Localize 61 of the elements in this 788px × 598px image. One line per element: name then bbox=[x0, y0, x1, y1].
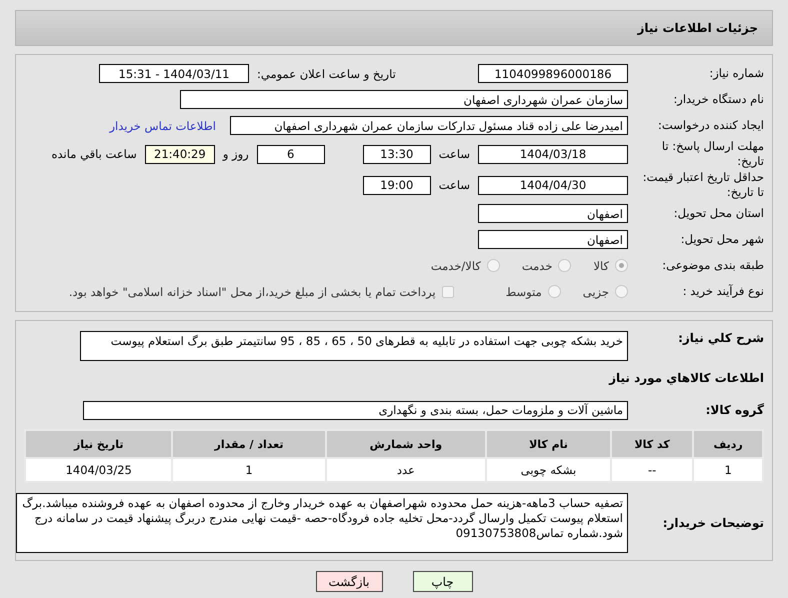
remaining-time-field[interactable]: 21:40:29 bbox=[144, 144, 215, 164]
need-number-field[interactable]: 1104099896000186 bbox=[478, 64, 628, 83]
radio-button[interactable] bbox=[548, 285, 561, 298]
field-label: شماره نیاز: bbox=[708, 66, 765, 81]
goods-group-field[interactable]: ماشین آلات و ملزومات حمل، بسته بندی و نگهداری bbox=[83, 401, 628, 420]
announce-date-field[interactable]: 1404/03/11 - 15:31 bbox=[99, 64, 249, 83]
print-button[interactable]: چاپ bbox=[412, 571, 472, 592]
column-header: واحد شمارش bbox=[326, 430, 486, 458]
field-label: حداقل تاریخ اعتبار قیمت: تا تاریخ: bbox=[642, 170, 765, 200]
time-label: ساعت bbox=[438, 178, 470, 192]
field-label: طبقه بندی موضوعی: bbox=[661, 258, 765, 273]
column-header: تاریخ نیاز bbox=[25, 430, 172, 458]
page-header: جزئیات اطلاعات نیاز bbox=[15, 10, 773, 46]
deadline-time-field[interactable]: 13:30 bbox=[362, 144, 431, 164]
creator-field[interactable]: امیدرضا علی زاده قناد مسئول تدارکات سازمان عمران شهرداری اصفهان bbox=[230, 116, 628, 135]
checkbox-label: پرداخت تمام یا بخشی از مبلغ خرید،از محل "اسناد خزانه اسلامی" خواهد بود. bbox=[68, 284, 436, 298]
days-field[interactable]: 6 bbox=[256, 144, 325, 164]
field-label: شهر محل تحویل: bbox=[680, 232, 765, 247]
table-cell: بشکه چوبی bbox=[486, 458, 611, 482]
field-label: مهلت ارسال پاسخ: تا تاریخ: bbox=[660, 139, 765, 169]
radio-button[interactable] bbox=[615, 259, 628, 272]
radio-label: جزیی bbox=[582, 284, 609, 298]
city-field[interactable]: اصفهان bbox=[478, 230, 628, 249]
buyer-notes-field[interactable]: تصفیه حساب 3ماهه-هزینه حمل محدوده شهراصفهان به عهده خریدار وخارج از محدوده اصفهان به عهده فروشنده میباشد.برگ استعلام پیوست تکمیل وارسال گردد-محل تخلیه جاده فرودگاه-حصه -قیمت نهایی مندرج دربرگ پیشنهاد قیمت در سامانه درج شود.شماره تماس09130753808 bbox=[16, 493, 628, 553]
field-label: شرح کلي نیاز: bbox=[677, 331, 765, 346]
field-label: استان محل تحویل: bbox=[672, 206, 765, 221]
description-field[interactable]: خرید بشکه چوبی جهت استفاده در تابلیه به قطرهای 50 ، 65 ، 85 ، 95 سانتیمتر طبق برگ استعلام پیوست bbox=[80, 331, 628, 361]
column-header: تعداد / مقدار bbox=[172, 430, 326, 458]
radio-label: خدمت bbox=[522, 258, 552, 272]
field-label: توضیحات خریدار: bbox=[662, 516, 765, 530]
column-header: نام کالا bbox=[486, 430, 611, 458]
buyer-contact-link[interactable]: اطلاعات تماس خریدار bbox=[109, 118, 216, 132]
field-label: ایجاد کننده درخواست: bbox=[657, 118, 765, 133]
buyer-org-field[interactable]: سازمان عمران شهرداری اصفهان bbox=[180, 90, 628, 109]
time-label: ساعت bbox=[438, 147, 470, 161]
remaining-label: ساعت باقي مانده bbox=[52, 147, 137, 161]
radio-label: کالا/خدمت bbox=[430, 258, 481, 272]
field-label: نام دستگاه خریدار: bbox=[672, 92, 765, 107]
validity-time-field[interactable]: 19:00 bbox=[362, 176, 431, 194]
table-cell: عدد bbox=[326, 458, 486, 482]
deadline-date-field[interactable]: 1404/03/18 bbox=[478, 144, 628, 164]
section-heading: اطلاعات کالاهاي مورد نیاز bbox=[609, 370, 765, 386]
days-label: روز و bbox=[222, 147, 249, 161]
validity-date-field[interactable]: 1404/04/30 bbox=[478, 176, 628, 194]
field-label: گروه کالا: bbox=[704, 403, 765, 418]
table-cell: 1 bbox=[172, 458, 326, 482]
field-label: تاریخ و ساعت اعلان عمومي: bbox=[257, 66, 396, 80]
radio-button[interactable] bbox=[558, 259, 572, 272]
checkbox[interactable] bbox=[442, 286, 454, 298]
field-label: نوع فرآیند خرید : bbox=[682, 284, 765, 299]
back-button[interactable]: بازگشت bbox=[316, 571, 382, 592]
column-header: کد کالا bbox=[610, 430, 694, 458]
province-field[interactable]: اصفهان bbox=[478, 204, 628, 223]
radio-button[interactable] bbox=[615, 285, 628, 298]
radio-label: متوسط bbox=[506, 284, 542, 298]
radio-label: کالا bbox=[593, 258, 609, 272]
column-header: ردیف bbox=[693, 430, 763, 458]
radio-button[interactable] bbox=[486, 259, 500, 272]
table-cell: -- bbox=[610, 458, 694, 482]
table-cell: 1404/03/25 bbox=[25, 458, 172, 482]
table-cell: 1 bbox=[693, 458, 763, 482]
